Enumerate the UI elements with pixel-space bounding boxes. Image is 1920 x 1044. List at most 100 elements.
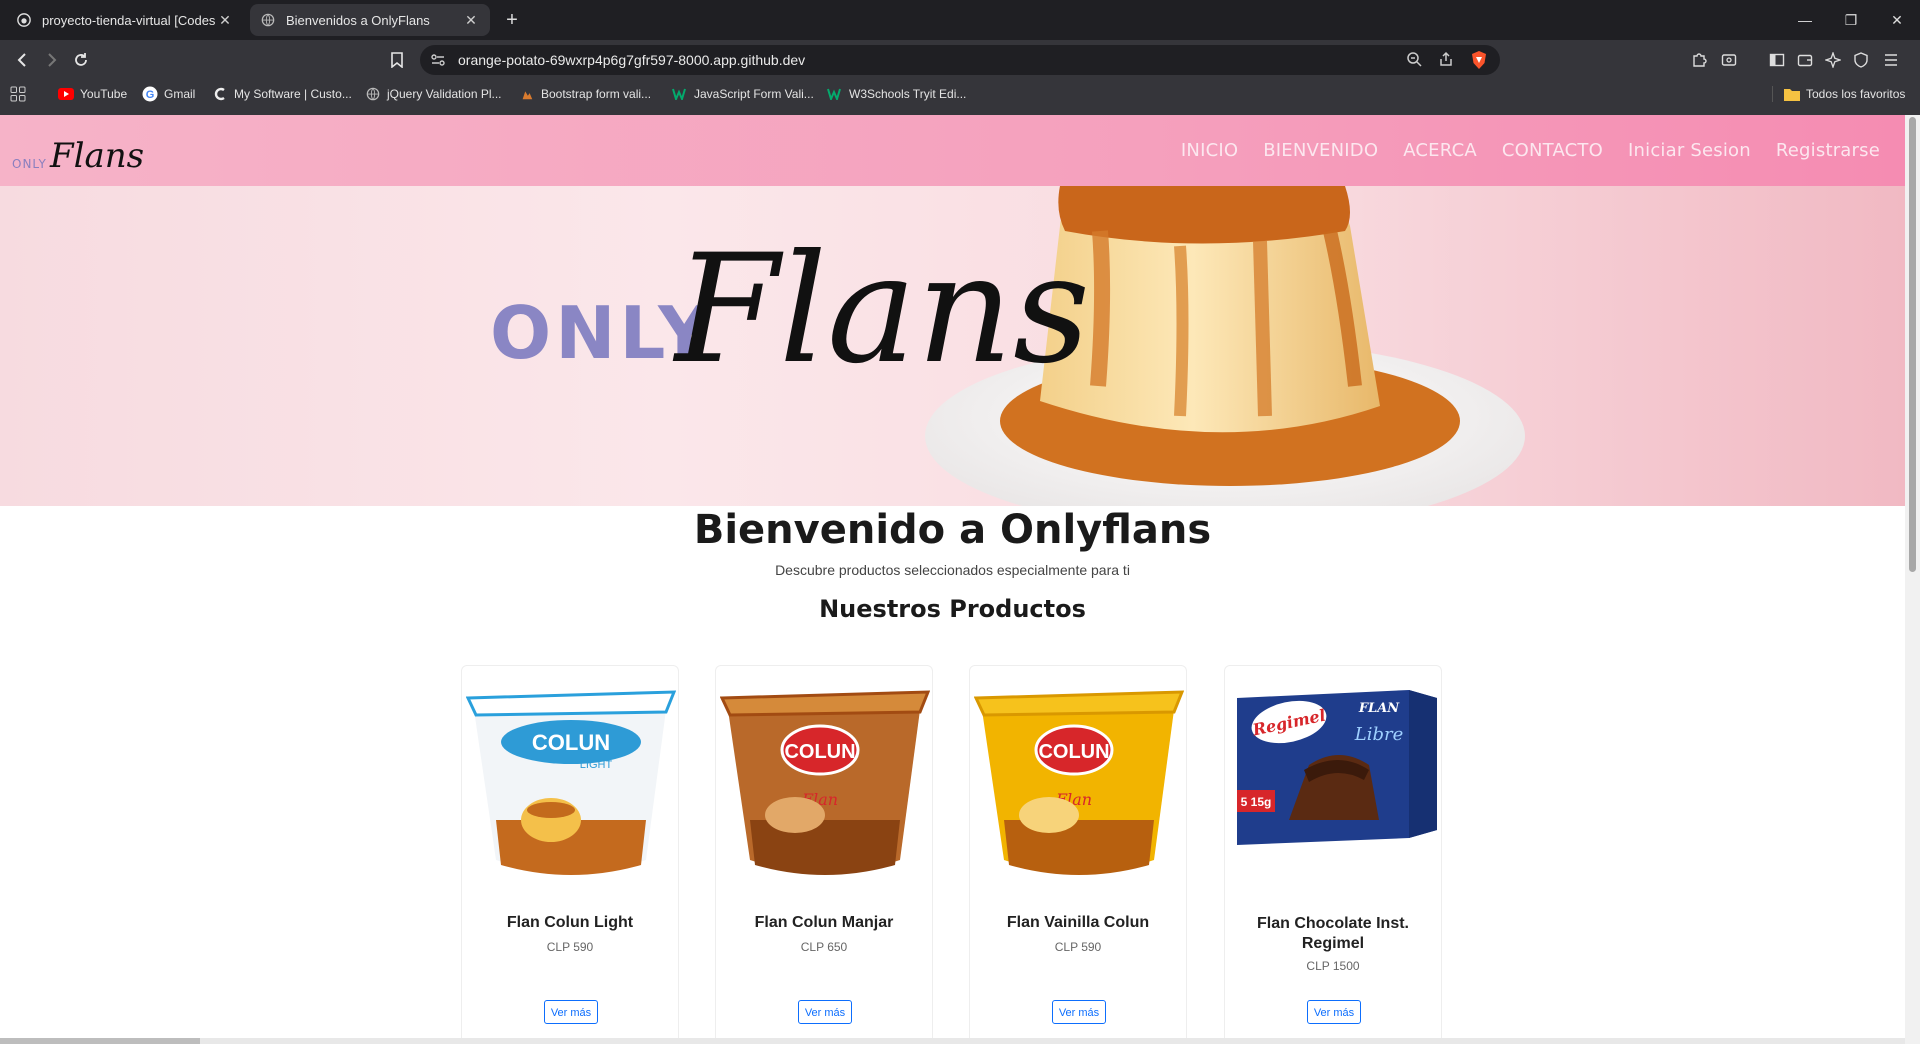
- wallet-button[interactable]: [1792, 48, 1818, 72]
- bookmark-button[interactable]: [384, 48, 410, 72]
- bookmark-label: W3Schools Tryit Edi...: [849, 87, 967, 101]
- close-icon[interactable]: ✕: [462, 12, 480, 29]
- close-icon[interactable]: ✕: [216, 12, 234, 29]
- bookmark-label: JavaScript Form Vali...: [694, 87, 814, 101]
- all-bookmarks-folder[interactable]: Todos los favoritos: [1784, 80, 1905, 108]
- scrollbar-thumb[interactable]: [1909, 117, 1916, 572]
- welcome-title: Bienvenido a Onlyflans: [693, 507, 1212, 553]
- site-navbar: ONLY Flans INICIO BIENVENIDO ACERCA CONT…: [0, 115, 1905, 186]
- ver-mas-button[interactable]: Ver más: [1307, 1000, 1361, 1024]
- logo-script-text: Flans: [49, 136, 144, 176]
- nav-inicio[interactable]: INICIO: [1181, 140, 1238, 161]
- product-card: COLUN Flan Flan Vainilla Colun CLP 590 V…: [969, 665, 1187, 1044]
- bookmark-label: Bootstrap form vali...: [541, 87, 652, 101]
- address-bar[interactable]: orange-potato-69wxrp4p6g7gfr597-8000.app…: [420, 45, 1500, 75]
- product-card: COLUN LIGHT Flan Colun Light CLP 590 Ver…: [461, 665, 679, 1044]
- puzzle-icon: [1693, 53, 1707, 67]
- ver-mas-button[interactable]: Ver más: [544, 1000, 598, 1024]
- product-card: COLUN Flan Flan Colun Manjar CLP 650 Ver…: [715, 665, 933, 1044]
- bookmark-w3schools-tryit[interactable]: W3Schools Tryit Edi...: [827, 80, 966, 108]
- vertical-scrollbar[interactable]: [1905, 115, 1920, 1044]
- bookmark-icon: [391, 52, 403, 68]
- bookmark-jquery-validation[interactable]: jQuery Validation Pl...: [365, 80, 502, 108]
- url-text: orange-potato-69wxrp4p6g7gfr597-8000.app…: [458, 52, 806, 68]
- nav-registrarse[interactable]: Registrarse: [1776, 140, 1880, 161]
- forward-button[interactable]: [38, 48, 64, 72]
- nav-links: INICIO BIENVENIDO ACERCA CONTACTO Inicia…: [1181, 115, 1905, 186]
- horizontal-scrollbar[interactable]: [0, 1038, 1905, 1044]
- apps-button[interactable]: [10, 80, 32, 108]
- image-brand-text: COLUN: [532, 730, 610, 755]
- nav-bienvenido[interactable]: BIENVENIDO: [1263, 140, 1378, 161]
- product-price: CLP 650: [800, 940, 848, 954]
- brave-shields-icon[interactable]: [1470, 50, 1488, 70]
- svg-text:G: G: [146, 89, 155, 101]
- product-image-colun-light: COLUN LIGHT: [466, 690, 676, 875]
- bookmark-youtube[interactable]: YouTube: [58, 80, 127, 108]
- ver-mas-button[interactable]: Ver más: [798, 1000, 852, 1024]
- horizontal-scrollbar-thumb[interactable]: [0, 1038, 200, 1044]
- extensions-button[interactable]: [1686, 48, 1712, 72]
- nav-acerca[interactable]: ACERCA: [1403, 140, 1477, 161]
- hero-script-text: Flans: [672, 223, 1090, 397]
- bookmark-bootstrap-form[interactable]: Bootstrap form vali...: [519, 80, 651, 108]
- sidebar-icon: [1769, 53, 1785, 67]
- shield-icon: [1854, 52, 1868, 68]
- w3schools-icon: [672, 86, 688, 102]
- bookmark-js-form-validation[interactable]: JavaScript Form Vali...: [672, 80, 814, 108]
- tab-title: proyecto-tienda-virtual [Codespa: [42, 12, 216, 28]
- folder-icon: [1784, 86, 1800, 102]
- grid-icon: [10, 86, 26, 102]
- bookmark-my-software[interactable]: My Software | Custo...: [212, 80, 352, 108]
- leo-ai-button[interactable]: [1820, 48, 1846, 72]
- image-libre-text: Libre: [1354, 724, 1404, 745]
- new-tab-button[interactable]: +: [500, 8, 524, 32]
- bootstrap-icon: [519, 86, 535, 102]
- youtube-icon: [58, 86, 74, 102]
- tab-codespace[interactable]: proyecto-tienda-virtual [Codespa ✕: [6, 4, 244, 36]
- site-logo[interactable]: ONLY Flans: [10, 123, 150, 179]
- product-image-regimel: Regimel FLAN Libre 5 15g: [1237, 690, 1437, 845]
- product-name: Flan Vainilla Colun: [1006, 914, 1150, 931]
- image-brand-text: COLUN: [784, 741, 855, 763]
- bookmark-label: jQuery Validation Pl...: [387, 87, 502, 101]
- c-icon: [212, 86, 228, 102]
- browser-tab-bar: proyecto-tienda-virtual [Codespa ✕ Bienv…: [0, 0, 1920, 40]
- tab-search-icon: [1721, 54, 1737, 66]
- w3schools-icon: [827, 86, 843, 102]
- reload-button[interactable]: [68, 48, 94, 72]
- sidebar-button[interactable]: [1764, 48, 1790, 72]
- hero-image: ONLY Flans: [490, 186, 1525, 506]
- nav-iniciar-sesion[interactable]: Iniciar Sesion: [1628, 140, 1751, 161]
- product-name: Flan Colun Manjar: [754, 914, 894, 931]
- bookmark-label: Gmail: [164, 87, 196, 101]
- logo-small-text: ONLY: [12, 157, 47, 171]
- bookmark-gmail[interactable]: G Gmail: [142, 80, 195, 108]
- hero-banner: ONLY Flans: [0, 186, 1905, 506]
- site-settings-icon[interactable]: [430, 52, 446, 68]
- bookmarks-bar: YouTube G Gmail My Software | Custo... j…: [0, 80, 1920, 116]
- hamburger-icon: [1885, 54, 1897, 66]
- share-icon[interactable]: [1438, 51, 1454, 72]
- back-button[interactable]: [10, 48, 36, 72]
- tab-onlyflans[interactable]: Bienvenidos a OnlyFlans ✕: [250, 4, 490, 36]
- image-flan-text: FLAN: [1358, 701, 1400, 716]
- welcome-subtitle: Descubre productos seleccionados especia…: [775, 562, 1130, 578]
- ver-mas-button[interactable]: Ver más: [1052, 1000, 1106, 1024]
- menu-button[interactable]: [1878, 48, 1904, 72]
- zoom-icon[interactable]: [1406, 51, 1422, 72]
- close-window-button[interactable]: ✕: [1874, 0, 1920, 40]
- image-variant-text: LIGHT: [580, 759, 613, 771]
- nav-contacto[interactable]: CONTACTO: [1502, 140, 1603, 161]
- product-card: Regimel FLAN Libre 5 15g Flan Chocolate …: [1224, 665, 1442, 1044]
- products-title: Nuestros Productos: [819, 595, 1086, 623]
- minimize-button[interactable]: —: [1782, 0, 1828, 40]
- product-price: CLP 590: [546, 940, 594, 954]
- tab-search-button[interactable]: [1716, 48, 1742, 72]
- vpn-button[interactable]: [1848, 48, 1874, 72]
- restore-button[interactable]: ❐: [1828, 0, 1874, 40]
- arrow-right-icon: [48, 53, 57, 67]
- product-price: CLP 590: [1054, 940, 1102, 954]
- image-qty-text: 5 15g: [1241, 795, 1272, 809]
- wallet-icon: [1797, 54, 1813, 67]
